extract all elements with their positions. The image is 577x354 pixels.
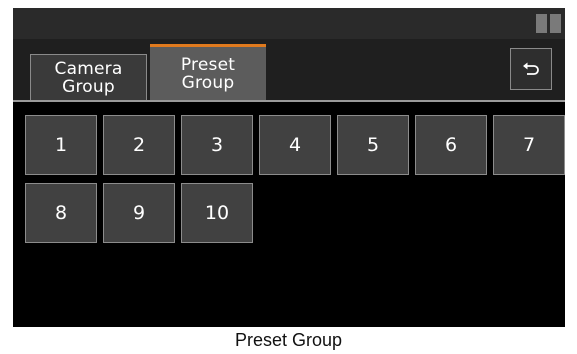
tab-bar: Camera Group Preset Group xyxy=(13,39,565,102)
back-button[interactable] xyxy=(510,48,552,90)
preset-button-2[interactable]: 2 xyxy=(103,115,175,175)
tab-divider xyxy=(13,100,565,102)
preset-button-10[interactable]: 10 xyxy=(181,183,253,243)
preset-button-1[interactable]: 1 xyxy=(25,115,97,175)
preset-button-6[interactable]: 6 xyxy=(415,115,487,175)
preset-button-9[interactable]: 9 xyxy=(103,183,175,243)
preset-button-8[interactable]: 8 xyxy=(25,183,97,243)
preset-button-5[interactable]: 5 xyxy=(337,115,409,175)
status-bar xyxy=(13,8,565,39)
camera-screen: Camera Group Preset Group 1 2 3 4 5 6 7 … xyxy=(13,8,565,327)
preset-button-3[interactable]: 3 xyxy=(181,115,253,175)
pause-icon xyxy=(536,14,562,33)
preset-button-7[interactable]: 7 xyxy=(493,115,565,175)
preset-button-4[interactable]: 4 xyxy=(259,115,331,175)
figure-caption: Preset Group xyxy=(234,330,343,350)
tab-camera-group[interactable]: Camera Group xyxy=(30,54,147,101)
tab-preset-group[interactable]: Preset Group xyxy=(150,44,266,101)
return-arrow-icon xyxy=(523,62,539,75)
